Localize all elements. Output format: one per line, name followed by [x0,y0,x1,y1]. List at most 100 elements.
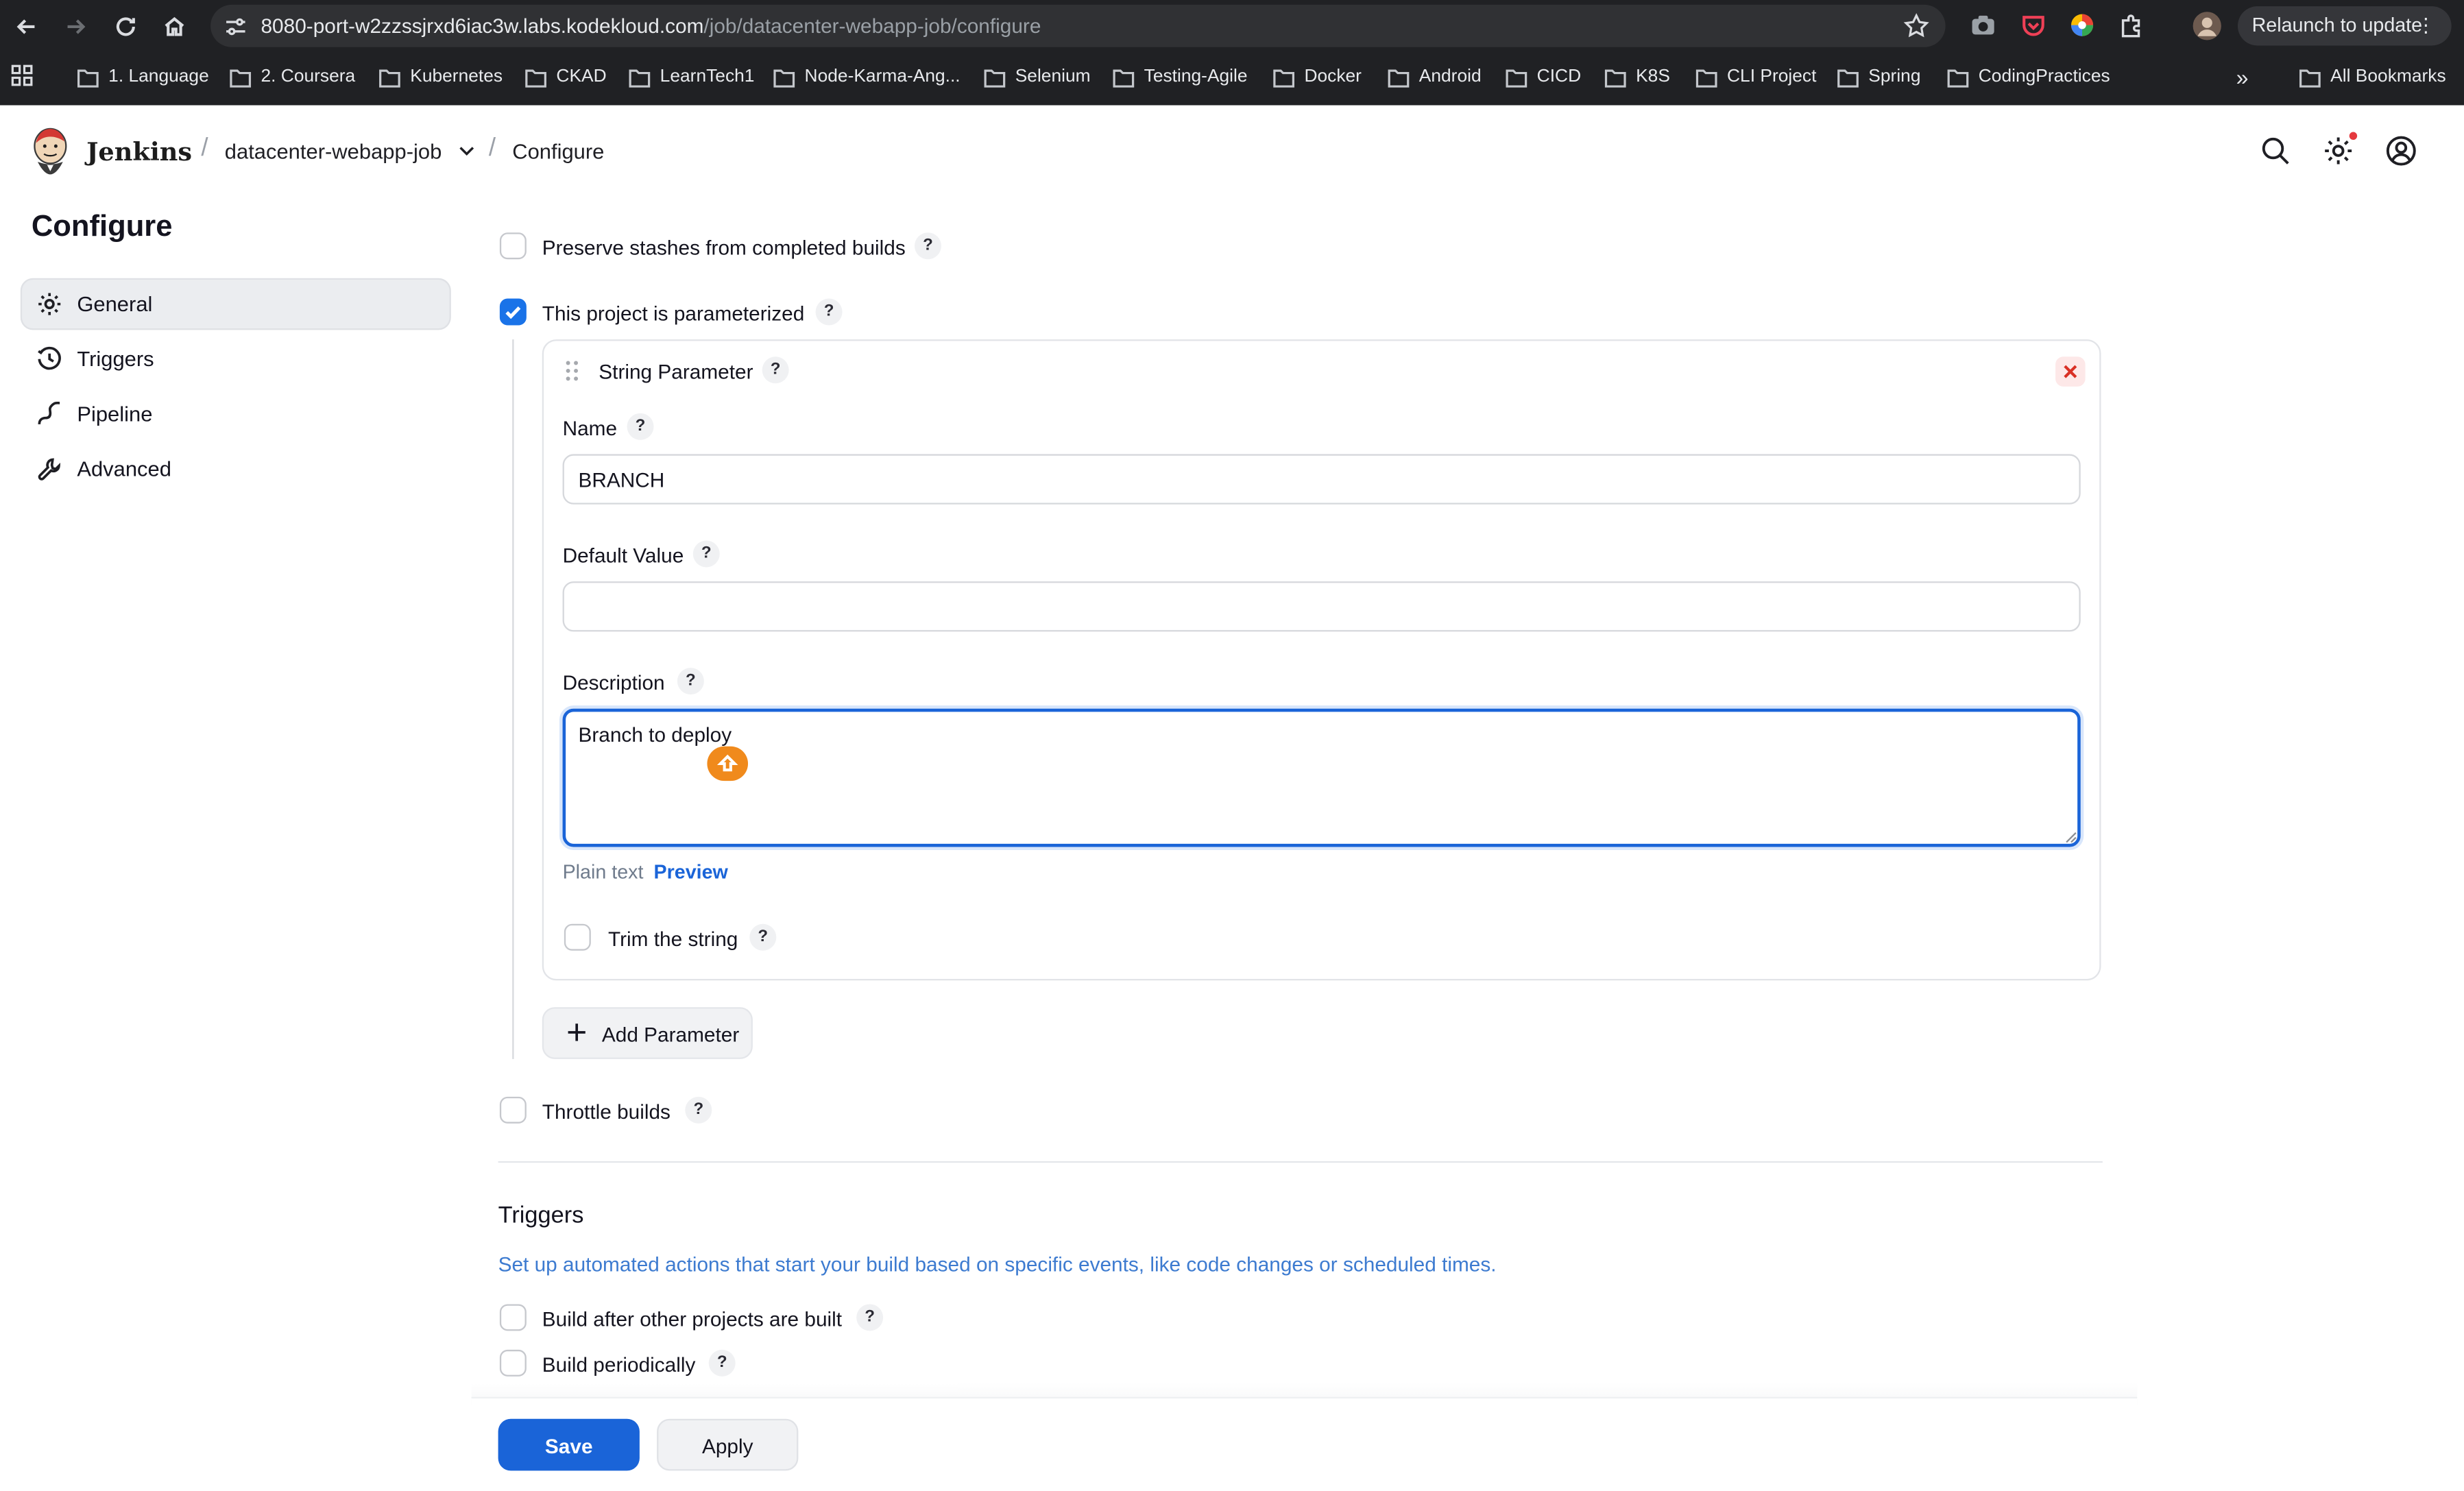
build-periodically-label[interactable]: Build periodically [542,1353,696,1376]
arrow-left-icon [16,19,35,34]
preview-link[interactable]: Preview [654,861,728,883]
add-parameter-button[interactable]: Add Parameter [542,1007,753,1059]
sidebar-item-label: Advanced [77,457,171,481]
bookmark-label: Android [1418,67,1482,87]
chevron-down-icon[interactable] [457,141,476,160]
drag-handle-icon[interactable] [564,360,580,382]
folder-icon [984,69,1006,87]
url-host: 8080-port-w2zzssjrxd6iac3w.labs.kodeklou… [261,14,704,38]
reload-button[interactable] [108,10,143,44]
bookmark-label: CICD [1536,67,1582,87]
search-button[interactable] [2260,135,2291,167]
bookmark-folder[interactable]: Kubernetes [378,64,503,90]
save-button[interactable]: Save [498,1418,640,1471]
help-icon[interactable]: ? [677,668,704,695]
bookmark-folder[interactable]: Testing-Agile [1113,64,1248,90]
screen: 8080-port-w2zzssjrxd6iac3w.labs.kodeklou… [0,0,2464,1491]
relaunch-button[interactable]: Relaunch to update ⋮ [2237,6,2452,46]
back-button[interactable] [10,10,44,44]
bookmark-folder[interactable]: Spring [1837,64,1921,90]
bookmark-folder[interactable]: CKAD [525,64,607,90]
parameterized-label[interactable]: This project is parameterized [542,302,805,325]
pocket-extension-icon[interactable] [2019,11,2047,39]
browser-toolbar: 8080-port-w2zzssjrxd6iac3w.labs.kodeklou… [0,0,2464,52]
site-settings-icon[interactable] [223,14,248,40]
bookmark-folder[interactable]: Docker [1273,64,1362,90]
color-picker-extension-icon[interactable] [2068,11,2096,39]
trim-string-label[interactable]: Trim the string [608,927,738,950]
bookmark-folder[interactable]: LearnTech1 [629,64,754,90]
help-icon[interactable]: ? [692,540,720,568]
help-icon[interactable]: ? [685,1096,712,1124]
profile-avatar-icon[interactable] [2192,11,2222,41]
name-input[interactable] [562,454,2081,505]
sidebar-item-triggers[interactable]: Triggers [21,333,451,385]
camera-extension-icon[interactable] [1969,11,1997,39]
reload-icon [116,17,135,36]
build-periodically-checkbox[interactable] [499,1349,527,1377]
folder-icon [1273,69,1295,87]
bookmark-star-icon[interactable] [1903,12,1930,39]
bookmark-label: CKAD [556,67,607,87]
puzzle-extensions-icon[interactable] [2118,11,2147,39]
bookmark-folder[interactable]: Node-Karma-Ang... [773,64,961,90]
sidebar-item-advanced[interactable]: Advanced [21,443,451,495]
bookmark-label: CodingPractices [1978,67,2110,87]
bookmark-folder[interactable]: CICD [1506,64,1581,90]
sidebar-item-general[interactable]: General [20,278,451,330]
url-text: 8080-port-w2zzssjrxd6iac3w.labs.kodeklou… [261,14,1041,38]
jenkins-logo-icon[interactable] [30,125,71,175]
string-parameter-card [542,339,2101,981]
trim-string-checkbox[interactable] [564,923,591,951]
bookmark-folder[interactable]: Android [1388,64,1482,90]
home-button[interactable] [157,10,191,44]
address-bar[interactable]: 8080-port-w2zzssjrxd6iac3w.labs.kodeklou… [210,4,1946,47]
bookmark-folder[interactable]: K8S [1604,64,1670,90]
build-after-label[interactable]: Build after other projects are built [542,1307,842,1331]
forward-button[interactable] [58,10,93,44]
help-icon[interactable]: ? [708,1349,736,1377]
manage-jenkins-button[interactable] [2323,135,2354,167]
default-value-input[interactable] [562,581,2081,632]
sidebar-item-label: Triggers [77,347,154,371]
preserve-stashes-label[interactable]: Preserve stashes from completed builds [542,236,906,259]
help-icon[interactable]: ? [762,356,789,384]
user-account-button[interactable] [2385,135,2417,167]
help-icon[interactable]: ? [815,298,843,326]
bookmark-folder[interactable]: CodingPractices [1947,64,2110,90]
help-icon[interactable]: ? [627,413,654,440]
resize-handle-icon[interactable] [2065,832,2077,844]
triggers-section-title: Triggers [498,1202,584,1229]
overflow-chevron-icon: » [2236,64,2249,90]
throttle-builds-label[interactable]: Throttle builds [542,1100,671,1123]
build-after-checkbox[interactable] [499,1304,527,1331]
folder-icon [1506,69,1527,87]
bookmark-folder[interactable]: CLI Project [1695,64,1816,90]
help-icon[interactable]: ? [856,1304,884,1331]
home-icon [165,16,184,36]
jenkins-brand[interactable]: Jenkins [86,136,192,167]
bookmarks-overflow-button[interactable]: » [2236,64,2249,90]
all-bookmarks-button[interactable]: All Bookmarks [2299,64,2446,90]
wrench-icon [36,456,63,483]
section-divider [498,1161,2103,1163]
help-icon[interactable]: ? [915,232,941,260]
delete-parameter-button[interactable] [2055,356,2086,387]
more-menu-icon[interactable]: ⋮ [2416,6,2436,45]
description-textarea[interactable]: Branch to deploy [562,708,2081,847]
folder-icon [525,69,546,87]
bookmark-folder[interactable]: 2. Coursera [230,64,355,90]
bookmark-folder[interactable]: Selenium [984,64,1091,90]
parameterized-checkbox[interactable] [499,298,527,326]
help-icon[interactable]: ? [749,923,777,951]
breadcrumb-separator: / [201,135,208,162]
throttle-builds-checkbox[interactable] [499,1096,527,1124]
mouse-cursor-indicator [707,746,749,781]
sidebar-item-pipeline[interactable]: Pipeline [21,388,451,440]
preserve-stashes-checkbox[interactable] [499,232,527,260]
apply-button[interactable]: Apply [657,1418,799,1471]
breadcrumb-configure[interactable]: Configure [512,140,604,163]
relaunch-label: Relaunch to update [2251,14,2423,36]
bookmark-folder[interactable]: 1. Language [77,64,209,90]
breadcrumb-job[interactable]: datacenter-webapp-job [225,140,442,163]
